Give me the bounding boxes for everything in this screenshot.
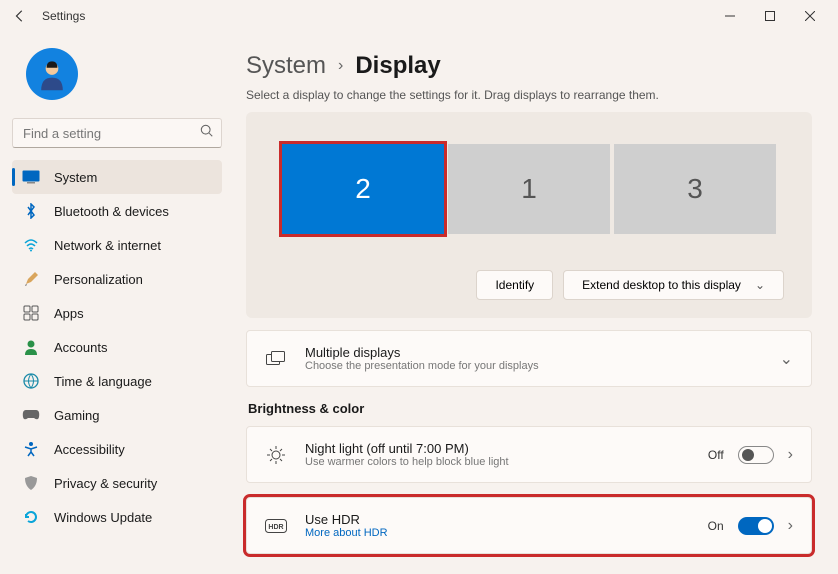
nav-accounts[interactable]: Accounts [12, 330, 222, 364]
window-title: Settings [42, 9, 85, 23]
nav-personalization[interactable]: Personalization [12, 262, 222, 296]
card-title: Use HDR [305, 512, 388, 527]
extend-dropdown[interactable]: Extend desktop to this display⌄ [563, 270, 784, 300]
user-avatar[interactable] [26, 48, 78, 100]
search-icon [200, 124, 214, 143]
minimize-icon [725, 11, 735, 21]
night-light-status: Off [708, 448, 724, 462]
hdr-status: On [708, 519, 724, 533]
apps-icon [22, 304, 40, 322]
nav-label: Accounts [54, 340, 107, 355]
sidebar: System Bluetooth & devices Network & int… [0, 32, 232, 574]
maximize-button[interactable] [750, 2, 790, 30]
nav-label: Apps [54, 306, 84, 321]
monitors-row: 2 1 3 [274, 144, 784, 234]
hdr-more-link[interactable]: More about HDR [305, 527, 388, 539]
display-arrangement-panel: 2 1 3 Identify Extend desktop to this di… [246, 112, 812, 318]
breadcrumb: System › Display [246, 52, 812, 80]
nav-label: Network & internet [54, 238, 161, 253]
accessibility-icon [22, 440, 40, 458]
main-content: System › Display Select a display to cha… [232, 32, 838, 574]
chevron-down-icon: ⌄ [755, 278, 765, 292]
nav-network[interactable]: Network & internet [12, 228, 222, 262]
chevron-right-icon: › [338, 57, 343, 75]
gamepad-icon [22, 406, 40, 424]
nav-label: Bluetooth & devices [54, 204, 169, 219]
hdr-card[interactable]: HDR Use HDR More about HDR On › [246, 497, 812, 554]
nav-list: System Bluetooth & devices Network & int… [12, 160, 222, 534]
breadcrumb-parent[interactable]: System [246, 52, 326, 80]
avatar-icon [34, 56, 70, 92]
nav-label: Gaming [54, 408, 100, 423]
identify-button[interactable]: Identify [476, 270, 553, 300]
nav-label: Windows Update [54, 510, 152, 525]
title-bar: Settings [0, 0, 838, 32]
nav-label: Privacy & security [54, 476, 157, 491]
night-light-icon [265, 445, 287, 465]
nav-label: System [54, 170, 97, 185]
night-light-toggle[interactable] [738, 446, 774, 464]
nav-update[interactable]: Windows Update [12, 500, 222, 534]
update-icon [22, 508, 40, 526]
nav-privacy[interactable]: Privacy & security [12, 466, 222, 500]
hdr-icon: HDR [265, 519, 287, 533]
bluetooth-icon [22, 202, 40, 220]
system-icon [22, 168, 40, 186]
close-button[interactable] [790, 2, 830, 30]
page-title: Display [355, 52, 440, 80]
card-title: Multiple displays [305, 345, 539, 360]
multiple-displays-icon [265, 351, 287, 367]
arrow-left-icon [13, 9, 27, 23]
chevron-down-icon: ⌄ [780, 349, 793, 369]
shield-icon [22, 474, 40, 492]
network-icon [22, 236, 40, 254]
nav-accessibility[interactable]: Accessibility [12, 432, 222, 466]
person-icon [22, 338, 40, 356]
close-icon [805, 11, 815, 21]
nav-system[interactable]: System [12, 160, 222, 194]
nav-label: Time & language [54, 374, 152, 389]
display-actions: Identify Extend desktop to this display⌄ [274, 270, 784, 300]
minimize-button[interactable] [710, 2, 750, 30]
multiple-displays-card[interactable]: Multiple displays Choose the presentatio… [246, 330, 812, 387]
chevron-right-icon: › [788, 446, 793, 464]
card-title: Night light (off until 7:00 PM) [305, 441, 509, 456]
display-hint: Select a display to change the settings … [246, 88, 812, 102]
search-box [12, 118, 222, 148]
back-button[interactable] [8, 4, 32, 28]
night-light-card[interactable]: Night light (off until 7:00 PM) Use warm… [246, 426, 812, 483]
monitor-2[interactable]: 2 [282, 144, 444, 234]
card-desc: Use warmer colors to help block blue lig… [305, 456, 509, 468]
hdr-toggle[interactable] [738, 517, 774, 535]
nav-time[interactable]: Time & language [12, 364, 222, 398]
section-brightness-label: Brightness & color [248, 401, 812, 416]
svg-text:HDR: HDR [268, 524, 283, 531]
globe-clock-icon [22, 372, 40, 390]
monitor-3[interactable]: 3 [614, 144, 776, 234]
search-input[interactable] [12, 118, 222, 148]
card-desc: Choose the presentation mode for your di… [305, 360, 539, 372]
monitor-1[interactable]: 1 [448, 144, 610, 234]
nav-gaming[interactable]: Gaming [12, 398, 222, 432]
paintbrush-icon [22, 270, 40, 288]
maximize-icon [765, 11, 775, 21]
nav-apps[interactable]: Apps [12, 296, 222, 330]
nav-bluetooth[interactable]: Bluetooth & devices [12, 194, 222, 228]
nav-label: Accessibility [54, 442, 125, 457]
nav-label: Personalization [54, 272, 143, 287]
chevron-right-icon: › [788, 517, 793, 535]
